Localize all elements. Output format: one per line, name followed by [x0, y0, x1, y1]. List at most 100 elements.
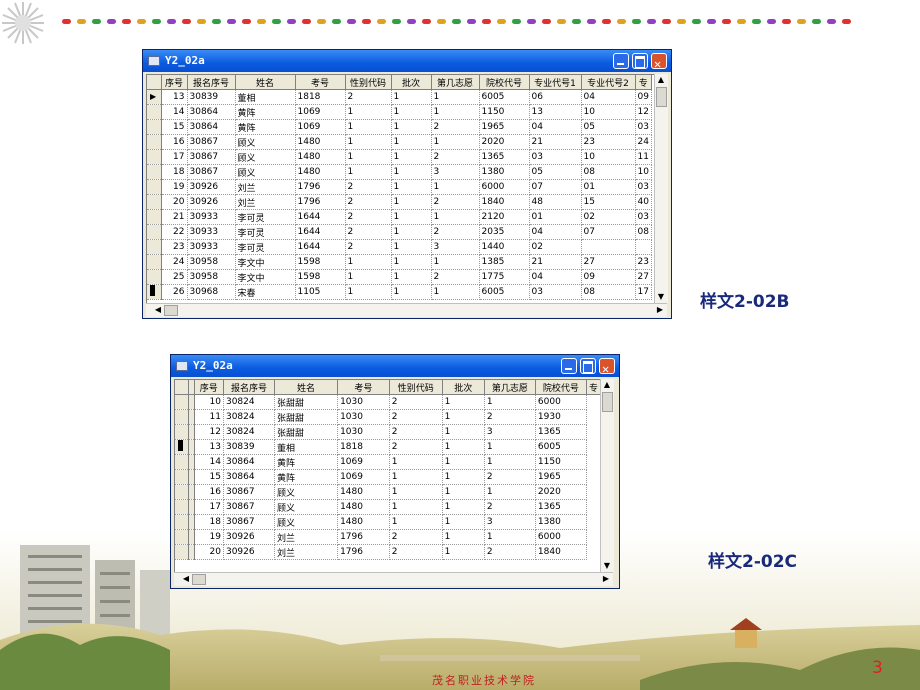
- table-cell[interactable]: 01: [581, 179, 636, 195]
- table-cell[interactable]: 刘兰: [235, 194, 296, 210]
- table-cell[interactable]: 李可灵: [235, 224, 296, 240]
- table-cell[interactable]: 03: [529, 284, 582, 300]
- table-cell[interactable]: 08: [581, 284, 636, 300]
- row-selector[interactable]: [147, 194, 162, 210]
- row-selector[interactable]: [175, 469, 189, 485]
- table-cell[interactable]: 2020: [479, 134, 530, 150]
- table-row[interactable]: 11 30824 张甜甜 1030 2 1 2 1930: [175, 409, 601, 425]
- table-cell[interactable]: 17: [194, 499, 224, 515]
- table-cell[interactable]: 04: [529, 269, 582, 285]
- table-cell[interactable]: 刘兰: [235, 179, 296, 195]
- table-cell[interactable]: 李可灵: [235, 209, 296, 225]
- table-cell[interactable]: [581, 239, 636, 255]
- table-cell[interactable]: 04: [529, 119, 582, 135]
- table-cell[interactable]: 1: [345, 119, 392, 135]
- column-header[interactable]: 专业代号2: [581, 75, 636, 90]
- table-cell[interactable]: 张甜甜: [274, 409, 339, 425]
- row-selector[interactable]: [175, 454, 189, 470]
- scroll-right-icon[interactable]: ▶: [654, 305, 666, 315]
- row-selector[interactable]: [147, 149, 162, 165]
- column-header[interactable]: 序号: [194, 380, 224, 395]
- table-cell[interactable]: 1: [345, 164, 392, 180]
- table-row[interactable]: 10 30824 张甜甜 1030 2 1 1 6000: [175, 394, 601, 410]
- table-cell[interactable]: 1: [431, 89, 480, 105]
- table-cell[interactable]: 24: [635, 134, 652, 150]
- table-row[interactable]: ▶ 13 30839 董相 1818 2 1 1 6005 06 04 09: [147, 89, 652, 105]
- table-cell[interactable]: 15: [194, 469, 224, 485]
- table-cell[interactable]: 1: [484, 529, 536, 545]
- table-cell[interactable]: 1818: [295, 89, 346, 105]
- table-cell[interactable]: 23: [635, 254, 652, 270]
- column-header[interactable]: 报名序号: [223, 380, 276, 395]
- table-cell[interactable]: 1150: [479, 104, 530, 120]
- table-cell[interactable]: 30867: [187, 134, 236, 150]
- table-row[interactable]: 16 30867 顾义 1480 1 1 1 2020 21 23 24: [147, 134, 652, 150]
- row-selector[interactable]: [147, 239, 162, 255]
- table-cell[interactable]: 03: [635, 209, 652, 225]
- table-cell[interactable]: 1: [391, 254, 432, 270]
- table-cell[interactable]: 1: [442, 484, 485, 500]
- table-cell[interactable]: 1069: [295, 104, 346, 120]
- table-cell[interactable]: 2: [345, 89, 392, 105]
- table-cell[interactable]: 30926: [187, 194, 236, 210]
- horizontal-scrollbar[interactable]: ◀ ▶: [146, 303, 667, 317]
- table-cell[interactable]: 14: [194, 454, 224, 470]
- table-cell[interactable]: 黄阵: [274, 469, 339, 485]
- table-cell[interactable]: 李文中: [235, 269, 296, 285]
- table-cell[interactable]: 2: [345, 239, 392, 255]
- table-cell[interactable]: 30926: [223, 529, 276, 545]
- table-cell[interactable]: 30824: [223, 394, 276, 410]
- table-cell[interactable]: 40: [635, 194, 652, 210]
- table-cell[interactable]: 1965: [479, 119, 530, 135]
- table-cell[interactable]: 1: [442, 439, 485, 455]
- table-cell[interactable]: 1069: [295, 119, 346, 135]
- table-cell[interactable]: 17: [161, 149, 188, 165]
- table-cell[interactable]: 顾义: [235, 164, 296, 180]
- table-cell[interactable]: 1: [442, 424, 485, 440]
- row-selector[interactable]: [175, 409, 189, 425]
- table-cell[interactable]: 08: [635, 224, 652, 240]
- row-selector[interactable]: [147, 119, 162, 135]
- table-cell[interactable]: 张甜甜: [274, 394, 339, 410]
- table-cell[interactable]: 09: [581, 269, 636, 285]
- table-cell[interactable]: 1365: [479, 149, 530, 165]
- table-cell[interactable]: 11: [635, 149, 652, 165]
- table-cell[interactable]: 1796: [337, 544, 390, 560]
- table-cell[interactable]: 1: [442, 394, 485, 410]
- table-cell[interactable]: 刘兰: [274, 544, 339, 560]
- row-selector[interactable]: [147, 254, 162, 270]
- table-cell[interactable]: 1: [345, 284, 392, 300]
- table-cell[interactable]: 1: [389, 454, 443, 470]
- scroll-up-icon[interactable]: ▲: [655, 75, 667, 85]
- table-cell[interactable]: 顾义: [274, 484, 339, 500]
- table-cell[interactable]: 2: [345, 224, 392, 240]
- table-cell[interactable]: 12: [635, 104, 652, 120]
- column-header[interactable]: 专业代号1: [529, 75, 582, 90]
- table-cell[interactable]: 3: [431, 164, 480, 180]
- table-cell[interactable]: 1365: [535, 499, 587, 515]
- table-cell[interactable]: 30958: [187, 254, 236, 270]
- table-cell[interactable]: 2: [431, 119, 480, 135]
- table-cell[interactable]: 30867: [223, 484, 276, 500]
- table-cell[interactable]: 1480: [337, 499, 390, 515]
- table-cell[interactable]: 07: [581, 224, 636, 240]
- table-cell[interactable]: 30824: [223, 424, 276, 440]
- row-selector[interactable]: [147, 164, 162, 180]
- column-header[interactable]: 性别代码: [345, 75, 392, 90]
- scroll-thumb[interactable]: [192, 574, 206, 585]
- table-cell[interactable]: 刘兰: [274, 529, 339, 545]
- data-grid[interactable]: 序号 报名序号 姓名 考号 性别代码 批次 第几志愿 院校代号专 10 30824 张甜甜 1030 2…: [174, 379, 601, 573]
- table-cell[interactable]: 2: [484, 409, 536, 425]
- table-cell[interactable]: 1: [391, 224, 432, 240]
- close-button[interactable]: ✕: [651, 53, 667, 71]
- table-row[interactable]: 17 30867 顾义 1480 1 1 2 1365 03 10 11: [147, 149, 652, 165]
- table-cell[interactable]: 09: [635, 89, 652, 105]
- table-cell[interactable]: 14: [161, 104, 188, 120]
- maximize-button[interactable]: [632, 53, 648, 69]
- table-cell[interactable]: 1440: [479, 239, 530, 255]
- table-cell[interactable]: 1: [431, 284, 480, 300]
- table-cell[interactable]: 1796: [295, 194, 346, 210]
- table-cell[interactable]: 07: [529, 179, 582, 195]
- table-cell[interactable]: 20: [161, 194, 188, 210]
- table-cell[interactable]: 21: [529, 134, 582, 150]
